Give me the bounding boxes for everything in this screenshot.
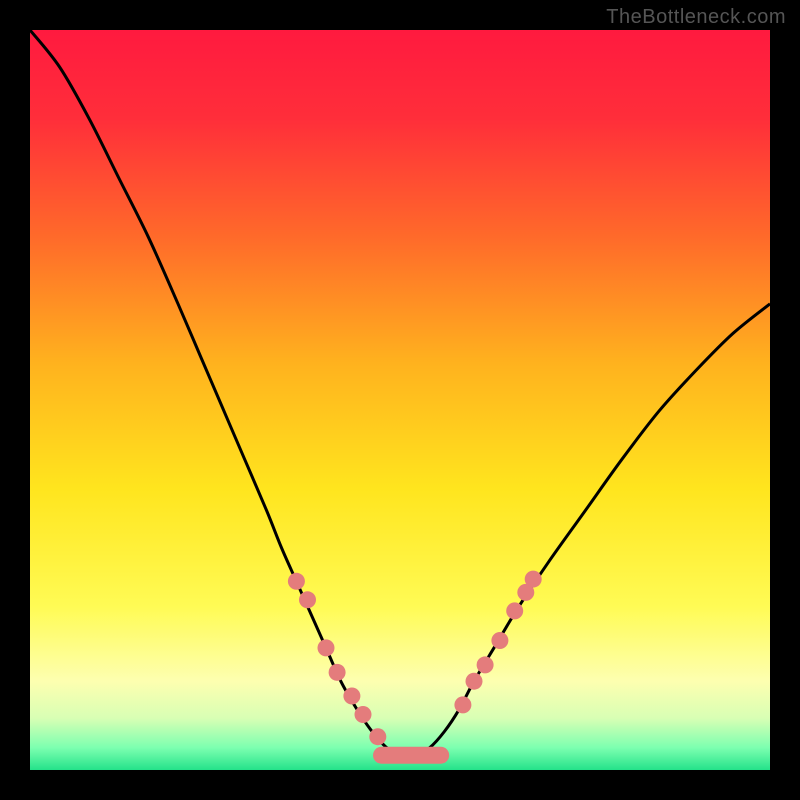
curve-marker-dot [329,664,346,681]
curve-marker-dot [343,688,360,705]
credit-text: TheBottleneck.com [606,6,786,29]
curve-marker-dot [369,728,386,745]
chart-frame: TheBottleneck.com [0,0,800,800]
chart-svg [30,30,770,770]
curve-marker-dot [491,632,508,649]
curve-marker-dot [466,673,483,690]
curve-marker-dot [299,591,316,608]
chart-background [30,30,770,770]
curve-marker-dot [477,656,494,673]
curve-marker-dot [288,573,305,590]
curve-marker-dot [506,602,523,619]
plot-area [30,30,770,770]
curve-marker-dot [318,639,335,656]
curve-marker-dot [525,571,542,588]
curve-marker-dot [355,706,372,723]
curve-marker-dot [454,696,471,713]
